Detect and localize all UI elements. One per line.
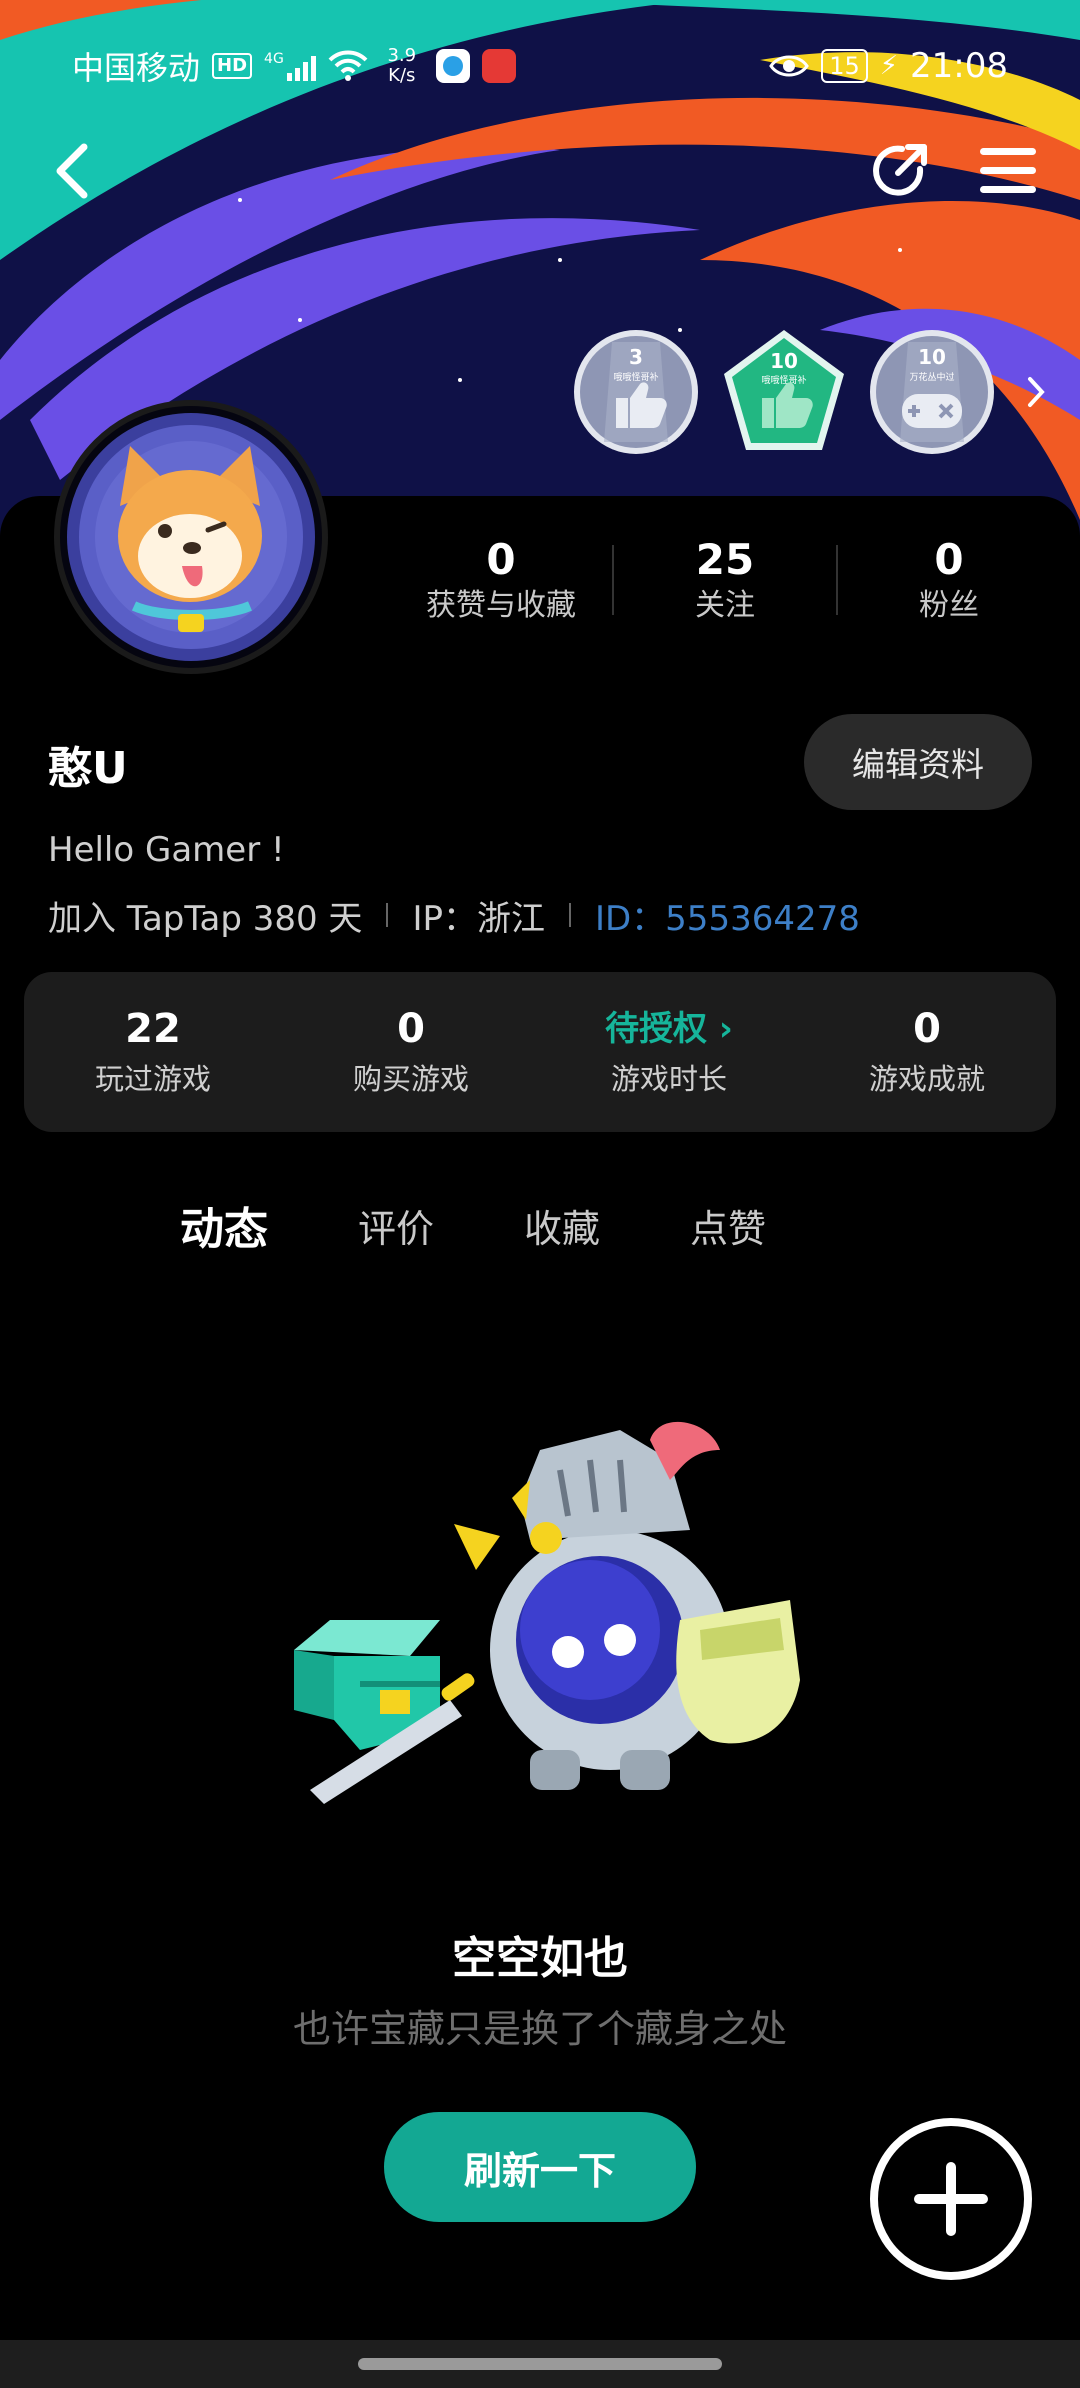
app-notification-icon: [435, 49, 470, 83]
gstat-value: 22: [125, 1006, 181, 1052]
games-played[interactable]: 22 玩过游戏: [24, 1004, 282, 1100]
badge-text: 哦哦怪哥补: [613, 371, 658, 383]
menu-button[interactable]: [972, 135, 1044, 207]
plus-icon: [914, 2162, 988, 2236]
hd-badge: HD: [212, 53, 253, 79]
home-indicator: [0, 2340, 1080, 2388]
gstat-value: 0: [397, 1006, 425, 1052]
bio-text: Hello Gamer !: [48, 830, 285, 870]
huawei-notification-icon: [481, 49, 516, 83]
refresh-button[interactable]: 刷新一下: [384, 2112, 696, 2222]
status-bar-right: 15 ⚡ 21:08: [769, 46, 1008, 86]
tab-likes[interactable]: 点赞: [690, 1190, 766, 1260]
game-achievements[interactable]: 0 游戏成就: [798, 1004, 1056, 1100]
stat-likes-and-favorites[interactable]: 0 获赞与收藏: [390, 534, 612, 626]
menu-icon: [980, 148, 1036, 193]
badge-count: 3: [629, 345, 643, 369]
avatar[interactable]: [54, 400, 328, 674]
eye-icon: [769, 55, 810, 77]
gstat-value: 0: [913, 1006, 941, 1052]
stat-label: 粉丝: [919, 588, 979, 623]
gstat-label: 购买游戏: [352, 1062, 469, 1096]
charging-icon: ⚡: [879, 51, 899, 81]
authorize-link[interactable]: 待授权 ›: [540, 1004, 798, 1054]
meta-divider: [386, 903, 389, 927]
games-purchased[interactable]: 0 购买游戏: [282, 1004, 540, 1100]
wifi-icon: [328, 50, 368, 81]
speed-value: 3.9: [387, 45, 417, 66]
badge-item[interactable]: 3 哦哦怪哥补: [572, 328, 700, 456]
create-post-fab[interactable]: [870, 2118, 1032, 2280]
back-button[interactable]: [36, 135, 108, 207]
edit-profile-button[interactable]: 编辑资料: [804, 714, 1032, 810]
status-bar: 中国移动 HD 4G 3.9 K/s 15 ⚡ 21:08: [0, 36, 1080, 96]
thumbs-up-badge-icon: 3 哦哦怪哥补: [574, 330, 698, 454]
gstat-label: 游戏成就: [868, 1062, 985, 1096]
shiba-dog-avatar-image: [67, 413, 315, 661]
network-speed: 3.9 K/s: [380, 46, 424, 86]
gamepad-badge-icon: 10 万花丛中过: [870, 330, 994, 454]
tab-activity[interactable]: 动态: [180, 1190, 268, 1260]
profile-stats: 0 获赞与收藏 25 关注 0 粉丝: [390, 530, 1060, 630]
stat-followers[interactable]: 0 粉丝: [838, 534, 1060, 626]
stat-value: 0: [934, 535, 964, 584]
profile-meta: 加入 TapTap 380 天 IP：浙江 ID：555364278: [48, 890, 860, 940]
empty-state-knight-illustration: [294, 1421, 800, 1804]
joined-days: 加入 TapTap 380 天: [48, 898, 363, 939]
stat-label: 获赞与收藏: [426, 588, 576, 623]
carrier-label: 中国移动: [72, 49, 201, 87]
speed-unit: K/s: [388, 65, 416, 86]
clock: 21:08: [910, 46, 1008, 86]
share-button[interactable]: [864, 135, 936, 207]
content-tabs: 动态 评价 收藏 点赞: [180, 1190, 766, 1260]
network-type: 4G: [264, 51, 284, 67]
badge-text: 哦哦怪哥补: [761, 374, 806, 386]
user-id-link[interactable]: ID：555364278: [595, 891, 860, 940]
battery-indicator: 15: [821, 49, 868, 83]
thumbs-up-badge-icon: 10 哦哦怪哥补: [724, 330, 844, 450]
game-stats-panel: 22 玩过游戏 0 购买游戏 待授权 › 游戏时长 0 游戏成就: [24, 972, 1056, 1132]
stat-label: 关注: [695, 588, 755, 623]
badge-text: 万花丛中过: [909, 371, 954, 383]
badge-count: 10: [770, 349, 798, 373]
signal-icon: 4G: [264, 51, 316, 81]
badge-item[interactable]: 10 万花丛中过: [868, 328, 996, 456]
badge-item[interactable]: 10 哦哦怪哥补: [720, 328, 848, 456]
username: 憨U: [48, 743, 128, 794]
home-bar[interactable]: [358, 2358, 722, 2370]
empty-state-subtitle: 也许宝藏只是换了个藏身之处: [292, 2007, 787, 2051]
stat-value: 25: [695, 535, 755, 584]
tab-reviews[interactable]: 评价: [358, 1190, 434, 1260]
stat-value: 0: [486, 535, 516, 584]
play-time[interactable]: 待授权 › 游戏时长: [540, 1004, 798, 1100]
gstat-label: 玩过游戏: [94, 1062, 211, 1096]
stat-following[interactable]: 25 关注: [614, 534, 836, 626]
badges-more-button[interactable]: [1016, 372, 1056, 412]
tab-favorites[interactable]: 收藏: [524, 1190, 600, 1260]
ip-location: IP：浙江: [412, 898, 545, 939]
status-bar-left: 中国移动 HD 4G 3.9 K/s: [72, 43, 516, 89]
chevron-right-icon: [1028, 377, 1045, 407]
gstat-label: 游戏时长: [610, 1062, 727, 1096]
share-icon: [873, 144, 927, 196]
chevron-left-icon: [56, 143, 88, 199]
meta-divider: [568, 903, 571, 927]
badge-row: 3 哦哦怪哥补 10 哦哦怪哥补 10 万花丛中过: [572, 328, 1080, 456]
empty-state-title: 空空如也: [452, 1933, 628, 1984]
badge-count: 10: [918, 345, 946, 369]
